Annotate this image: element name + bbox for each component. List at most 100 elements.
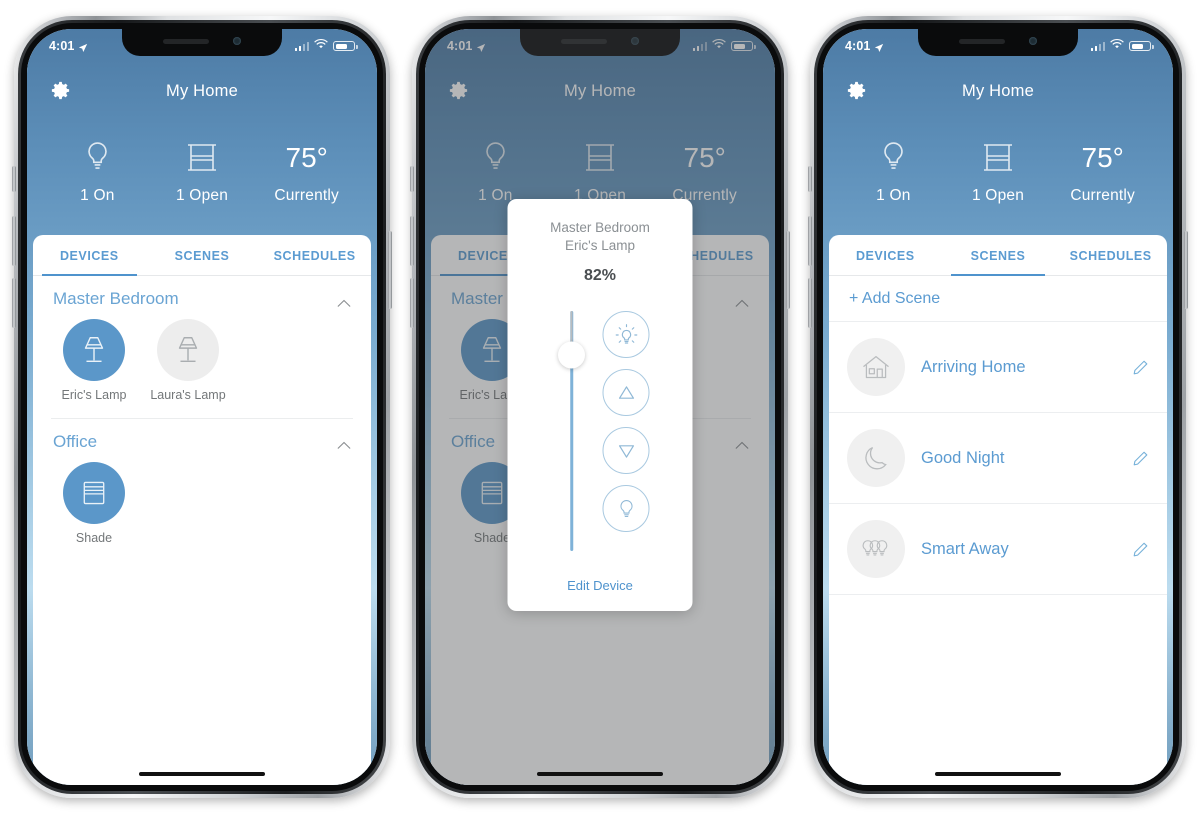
group-name: Office [53, 431, 98, 451]
table-lamp-icon [157, 319, 219, 381]
scene-name: Arriving Home [921, 357, 1026, 376]
wifi-icon [314, 38, 328, 53]
dimmer-modal: Master Bedroom Eric's Lamp 82% Edit Devi… [507, 199, 693, 612]
chevron-up-icon[interactable] [337, 437, 351, 450]
device-row-office: Shade [33, 456, 371, 557]
volume-up-button[interactable] [808, 216, 812, 266]
dim-bulb-icon[interactable] [602, 485, 650, 533]
volume-down-button[interactable] [808, 278, 812, 328]
battery-icon [333, 41, 358, 51]
summary-bar: 1 On 1 Open 75° Currently [27, 119, 377, 235]
status-bar: 4:01 [27, 29, 377, 63]
summary-temperature-label: Currently [1070, 187, 1136, 204]
phone-scenes-list: 4:01 My Home 1 On 1 Open 75° Currently D… [808, 16, 1188, 798]
device-lauras-lamp[interactable]: Laura's Lamp [141, 319, 235, 404]
modal-percent: 82% [583, 267, 617, 285]
volume-up-button[interactable] [410, 216, 414, 266]
summary-shades-label: 1 Open [971, 187, 1025, 204]
home-indicator[interactable] [139, 771, 265, 776]
page-title: My Home [166, 81, 238, 100]
triangle-down-icon[interactable] [602, 427, 650, 475]
modal-room-name: Master Bedroom [550, 220, 650, 235]
edit-device-link[interactable]: Edit Device [567, 578, 633, 593]
brightness-slider[interactable] [551, 311, 593, 552]
add-scene-button[interactable]: + Add Scene [829, 276, 1167, 322]
power-button[interactable] [1184, 231, 1188, 309]
temperature-value: 75° [286, 137, 328, 179]
silence-switch[interactable] [410, 166, 414, 192]
nav-bar: My Home [823, 63, 1173, 119]
home-indicator[interactable] [935, 771, 1061, 776]
status-time: 4:01 [49, 39, 75, 53]
modal-controls [535, 311, 666, 552]
summary-temperature[interactable]: 75° Currently [1050, 137, 1155, 205]
modal-footer: Edit Device [508, 551, 693, 611]
lightbulb-icon [881, 137, 906, 179]
phone-screen: 4:01 My Home 1 On 1 Open 75° Currently D… [823, 29, 1173, 785]
summary-shades[interactable]: 1 Open [150, 137, 255, 205]
summary-lights[interactable]: 1 On [45, 137, 150, 205]
triangle-up-icon[interactable] [602, 369, 650, 417]
power-button[interactable] [388, 231, 392, 309]
pencil-icon[interactable] [1132, 541, 1149, 558]
nav-bar: My Home [27, 63, 377, 119]
cellular-signal-icon [1090, 41, 1105, 51]
app-root: 4:01 My Home 1 On 1 Open 75° Currently D… [27, 29, 377, 785]
window-shade-icon [185, 137, 219, 179]
device-name: Laura's Lamp [150, 388, 226, 402]
slider-knob[interactable] [558, 341, 585, 369]
summary-bar: 1 On 1 Open 75° Currently [823, 119, 1173, 235]
volume-down-button[interactable] [410, 278, 414, 328]
tab-scenes[interactable]: SCENES [942, 235, 1055, 276]
device-name: Eric's Lamp [61, 388, 127, 402]
tab-schedules[interactable]: SCHEDULES [258, 235, 371, 275]
silence-switch[interactable] [12, 166, 16, 192]
content-card: DEVICES SCENES SCHEDULES Master Bedroom [33, 235, 371, 785]
status-indicators [294, 38, 358, 53]
temperature-value: 75° [1082, 137, 1124, 179]
bright-bulb-icon[interactable] [602, 311, 650, 359]
group-header-office[interactable]: Office [33, 419, 371, 456]
phone-device-list: 4:01 My Home 1 On 1 Open 75° Currently D… [12, 16, 392, 798]
power-button[interactable] [786, 231, 790, 309]
tab-scenes[interactable]: SCENES [146, 235, 259, 275]
window-shade-icon [63, 461, 125, 524]
summary-shades[interactable]: 1 Open [946, 137, 1051, 205]
home-indicator[interactable] [537, 771, 663, 776]
tab-devices[interactable]: DEVICES [829, 235, 942, 275]
scene-name: Good Night [921, 448, 1005, 467]
table-lamp-icon [63, 319, 125, 381]
house-icon [847, 338, 905, 396]
cellular-signal-icon [294, 41, 309, 51]
summary-lights[interactable]: 1 On [841, 137, 946, 205]
phone-screen: 4:01 My Home 1 On 1 Open 75° Currently D… [27, 29, 377, 785]
device-erics-lamp[interactable]: Eric's Lamp [47, 319, 141, 404]
summary-temperature-label: Currently [274, 187, 340, 204]
pencil-icon[interactable] [1132, 450, 1149, 467]
volume-down-button[interactable] [12, 278, 16, 328]
summary-temperature[interactable]: 75° Currently [254, 137, 359, 205]
content-card: DEVICES SCENES SCHEDULES + Add Scene Arr [829, 235, 1167, 785]
scene-row-smart-away[interactable]: Smart Away [829, 504, 1167, 595]
status-bar: 4:01 [823, 29, 1173, 63]
pencil-icon[interactable] [1132, 359, 1149, 376]
silence-switch[interactable] [808, 166, 812, 192]
summary-lights-label: 1 On [876, 187, 911, 204]
tab-schedules[interactable]: SCHEDULES [1054, 235, 1167, 275]
status-time: 4:01 [845, 39, 871, 53]
tab-devices[interactable]: DEVICES [33, 235, 146, 276]
summary-lights-label: 1 On [80, 187, 115, 204]
location-arrow-icon [874, 42, 884, 52]
scene-row-arriving-home[interactable]: Arriving Home [829, 322, 1167, 413]
location-arrow-icon [78, 42, 88, 52]
summary-shades-label: 1 Open [175, 187, 229, 204]
chevron-up-icon[interactable] [337, 295, 351, 307]
volume-up-button[interactable] [12, 216, 16, 266]
scene-row-good-night[interactable]: Good Night [829, 413, 1167, 504]
device-name: Shade [75, 530, 113, 545]
group-header-master-bedroom[interactable]: Master Bedroom [33, 276, 371, 313]
device-shade[interactable]: Shade [47, 461, 141, 547]
status-time-group: 4:01 [49, 39, 88, 53]
device-row-master-bedroom: Eric's Lamp Laura's Lamp [33, 313, 371, 414]
window-shade-icon [981, 137, 1015, 179]
